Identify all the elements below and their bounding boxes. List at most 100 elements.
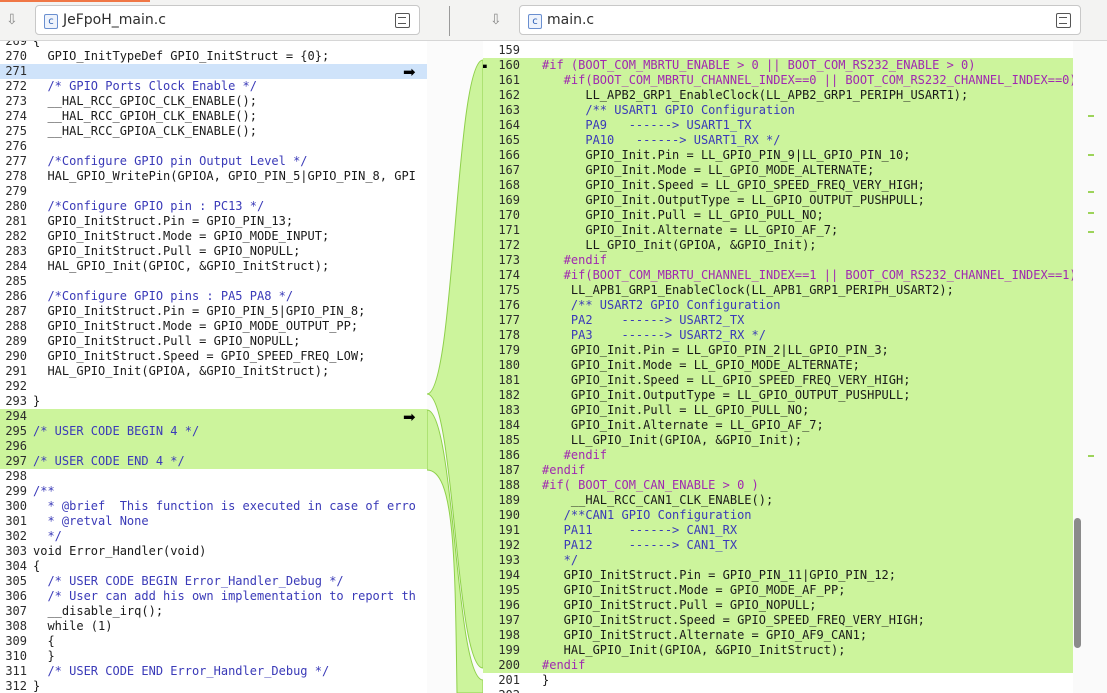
code-line[interactable]: 309 { [0,634,427,649]
code-line[interactable]: 283 GPIO_InitStruct.Pull = GPIO_NOPULL; [0,244,427,259]
code-line[interactable]: 280 /*Configure GPIO pin : PC13 */ [0,199,427,214]
code-line[interactable]: 179 GPIO_Init.Pin = LL_GPIO_PIN_2|LL_GPI… [483,343,1073,358]
code-line[interactable]: 301 * @retval None [0,514,427,529]
code-line[interactable]: 192 PA12 ------> CAN1_TX [483,538,1073,553]
code-line[interactable]: 295 /* USER CODE BEGIN 4 */ [0,424,427,439]
code-line[interactable]: 202 [483,688,1073,693]
document-icon[interactable] [395,13,410,28]
code-line[interactable]: 281 GPIO_InitStruct.Pin = GPIO_PIN_13; [0,214,427,229]
code-line[interactable]: 196 GPIO_InitStruct.Pull = GPIO_NOPULL; [483,598,1073,613]
code-line[interactable]: 172 LL_GPIO_Init(GPIOA, &GPIO_Init); [483,238,1073,253]
code-line[interactable]: 197 GPIO_InitStruct.Speed = GPIO_SPEED_F… [483,613,1073,628]
code-line[interactable]: 159 [483,43,1073,58]
document-icon[interactable] [1056,13,1071,28]
code-line[interactable]: 167 GPIO_Init.Mode = LL_GPIO_MODE_ALTERN… [483,163,1073,178]
code-line[interactable]: 278 HAL_GPIO_WritePin(GPIOA, GPIO_PIN_5|… [0,169,427,184]
code-line[interactable]: 178 PA3 ------> USART2_RX */ [483,328,1073,343]
code-line[interactable]: 182 GPIO_Init.OutputType = LL_GPIO_OUTPU… [483,388,1073,403]
code-line[interactable]: 161 #if(BOOT_COM_MBRTU_CHANNEL_INDEX==0 … [483,73,1073,88]
code-line[interactable]: 291 HAL_GPIO_Init(GPIOA, &GPIO_InitStruc… [0,364,427,379]
code-line[interactable]: 181 GPIO_Init.Speed = LL_GPIO_SPEED_FREQ… [483,373,1073,388]
code-line[interactable]: 277 /*Configure GPIO pin Output Level */ [0,154,427,169]
code-line[interactable]: 198 GPIO_InitStruct.Alternate = GPIO_AF9… [483,628,1073,643]
code-line[interactable]: 273 __HAL_RCC_GPIOC_CLK_ENABLE(); [0,94,427,109]
code-line[interactable]: 274 __HAL_RCC_GPIOH_CLK_ENABLE(); [0,109,427,124]
code-line[interactable]: 282 GPIO_InitStruct.Mode = GPIO_MODE_INP… [0,229,427,244]
code-line[interactable]: 270 GPIO_InitTypeDef GPIO_InitStruct = {… [0,49,427,64]
code-line[interactable]: 271 [0,64,427,79]
code-line[interactable]: 276 [0,139,427,154]
code-line[interactable]: 200 #endif [483,658,1073,673]
code-line[interactable]: 293} [0,394,427,409]
code-line[interactable]: 170 GPIO_Init.Pull = LL_GPIO_PULL_NO; [483,208,1073,223]
code-line[interactable]: 308 while (1) [0,619,427,634]
code-line[interactable]: 199 HAL_GPIO_Init(GPIOA, &GPIO_InitStruc… [483,643,1073,658]
code-line[interactable]: 286 /*Configure GPIO pins : PA5 PA8 */ [0,289,427,304]
code-line[interactable]: 311 /* USER CODE END Error_Handler_Debug… [0,664,427,679]
code-line[interactable]: 187 #endif [483,463,1073,478]
code-line[interactable]: 275 __HAL_RCC_GPIOA_CLK_ENABLE(); [0,124,427,139]
code-line[interactable]: 302 */ [0,529,427,544]
code-line[interactable]: 175 LL_APB1_GRP1_EnableClock(LL_APB1_GRP… [483,283,1073,298]
code-line[interactable]: 312} [0,679,427,693]
code-line[interactable]: 287 GPIO_InitStruct.Pin = GPIO_PIN_5|GPI… [0,304,427,319]
code-line[interactable]: 297 /* USER CODE END 4 */ [0,454,427,469]
code-line[interactable]: 294 [0,409,427,424]
code-line[interactable]: 171 GPIO_Init.Alternate = LL_GPIO_AF_7; [483,223,1073,238]
code-line[interactable]: 176 /** USART2 GPIO Configuration [483,298,1073,313]
code-line[interactable]: 188 #if( BOOT_COM_CAN_ENABLE > 0 ) [483,478,1073,493]
code-line[interactable]: 177 PA2 ------> USART2_TX [483,313,1073,328]
code-line[interactable]: 296 [0,439,427,454]
code-line[interactable]: 289 GPIO_InitStruct.Pull = GPIO_NOPULL; [0,334,427,349]
code-line[interactable]: 186 #endif [483,448,1073,463]
code-line[interactable]: 269 { [0,41,427,49]
code-line[interactable]: 185 LL_GPIO_Init(GPIOA, &GPIO_Init); [483,433,1073,448]
copy-left-arrow-icon[interactable]: ⬅ [483,57,488,75]
download-icon[interactable]: ⇩ [490,12,502,28]
code-line[interactable]: 169 GPIO_Init.OutputType = LL_GPIO_OUTPU… [483,193,1073,208]
code-line[interactable]: 162 LL_APB2_GRP1_EnableClock(LL_APB2_GRP… [483,88,1073,103]
scrollbar-thumb[interactable] [1074,518,1081,648]
code-line[interactable]: 189 __HAL_RCC_CAN1_CLK_ENABLE(); [483,493,1073,508]
left-code-pane[interactable]: 269 {270 GPIO_InitTypeDef GPIO_InitStruct… [0,41,427,693]
code-line[interactable]: 194 GPIO_InitStruct.Pin = GPIO_PIN_11|GP… [483,568,1073,583]
code-line[interactable]: 272 /* GPIO Ports Clock Enable */ [0,79,427,94]
code-line[interactable]: 288 GPIO_InitStruct.Mode = GPIO_MODE_OUT… [0,319,427,334]
code-line[interactable]: 183 GPIO_Init.Pull = LL_GPIO_PULL_NO; [483,403,1073,418]
code-line[interactable]: 298 [0,469,427,484]
code-line[interactable]: 300 * @brief This function is executed i… [0,499,427,514]
code-line[interactable]: 191 PA11 ------> CAN1_RX [483,523,1073,538]
code-line[interactable]: 307 __disable_irq(); [0,604,427,619]
code-line[interactable]: 184 GPIO_Init.Alternate = LL_GPIO_AF_7; [483,418,1073,433]
code-line[interactable]: 166 GPIO_Init.Pin = LL_GPIO_PIN_9|LL_GPI… [483,148,1073,163]
code-line[interactable]: 299 /** [0,484,427,499]
code-line[interactable]: 174 #if(BOOT_COM_MBRTU_CHANNEL_INDEX==1 … [483,268,1073,283]
code-line[interactable]: 303 void Error_Handler(void) [0,544,427,559]
code-line[interactable]: 292 [0,379,427,394]
code-line[interactable]: 190 /**CAN1 GPIO Configuration [483,508,1073,523]
copy-right-arrow-icon[interactable]: ➡ [403,63,416,81]
copy-right-arrow-icon[interactable]: ➡ [403,408,416,426]
code-line[interactable]: 290 GPIO_InitStruct.Speed = GPIO_SPEED_F… [0,349,427,364]
code-line[interactable]: 310 } [0,649,427,664]
code-line[interactable]: 180 GPIO_Init.Mode = LL_GPIO_MODE_ALTERN… [483,358,1073,373]
code-line[interactable]: 284 HAL_GPIO_Init(GPIOC, &GPIO_InitStruc… [0,259,427,274]
code-line[interactable]: 279 [0,184,427,199]
left-file-box[interactable]: c JeFpoH_main.c [35,5,420,35]
download-icon[interactable]: ⇩ [6,12,18,28]
code-line[interactable]: 193 */ [483,553,1073,568]
code-line[interactable]: 195 GPIO_InitStruct.Mode = GPIO_MODE_AF_… [483,583,1073,598]
code-line[interactable]: 165 PA10 ------> USART1_RX */ [483,133,1073,148]
code-line[interactable]: 163 /** USART1 GPIO Configuration [483,103,1073,118]
code-line[interactable]: 160 #if (BOOT_COM_MBRTU_ENABLE > 0 || BOO… [483,58,1073,73]
code-line[interactable]: 306 /* User can add his own implementati… [0,589,427,604]
right-file-box[interactable]: c main.c [519,5,1081,35]
code-line[interactable]: 304 { [0,559,427,574]
code-line[interactable]: 201} [483,673,1073,688]
code-line[interactable]: 164 PA9 ------> USART1_TX [483,118,1073,133]
right-code-pane[interactable]: 159 160 #if (BOOT_COM_MBRTU_ENABLE > 0 || … [483,41,1073,693]
code-line[interactable]: 285 [0,274,427,289]
code-line[interactable]: 168 GPIO_Init.Speed = LL_GPIO_SPEED_FREQ… [483,178,1073,193]
code-line[interactable]: 305 /* USER CODE BEGIN Error_Handler_Deb… [0,574,427,589]
code-line[interactable]: 173 #endif [483,253,1073,268]
